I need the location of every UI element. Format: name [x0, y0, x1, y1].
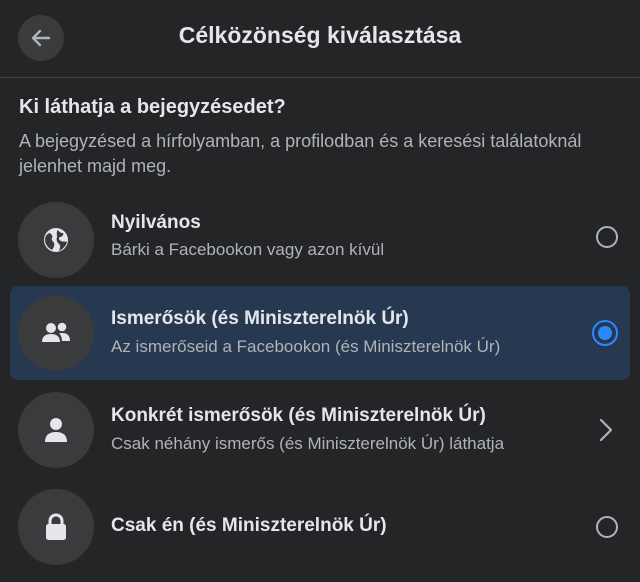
person-icon: [45, 418, 67, 442]
dialog-header: Célközönség kiválasztása: [0, 0, 640, 78]
option-icon-circle: [18, 392, 94, 468]
option-friends[interactable]: Ismerősök (és Miniszterelnök Úr) Az isme…: [10, 286, 630, 380]
chevron-right-icon[interactable]: [596, 416, 616, 444]
option-icon-circle: [18, 202, 94, 278]
radio-public[interactable]: [596, 226, 618, 248]
radio-friends[interactable]: [592, 320, 618, 346]
option-specific-friends[interactable]: Konkrét ismerősök (és Miniszterelnök Úr)…: [10, 383, 630, 477]
radio-only-me[interactable]: [596, 516, 618, 538]
option-title: Csak én (és Miniszterelnök Úr): [111, 515, 387, 536]
option-icon-circle: [18, 489, 94, 565]
option-subtitle: Az ismerőseid a Facebookon (és Miniszter…: [111, 337, 501, 356]
option-subtitle: Csak néhány ismerős (és Miniszterelnök Ú…: [111, 434, 505, 453]
globe-icon: [44, 228, 68, 252]
option-only-me[interactable]: Csak én (és Miniszterelnök Úr): [10, 480, 630, 574]
friends-icon: [42, 322, 70, 342]
option-public[interactable]: Nyilvános Bárki a Facebookon vagy azon k…: [10, 190, 630, 284]
option-subtitle: Bárki a Facebookon vagy azon kívül: [111, 240, 385, 259]
audience-description: A bejegyzésed a hírfolyamban, a profilod…: [19, 131, 582, 176]
dialog-title: Célközönség kiválasztása: [178, 22, 462, 48]
option-title: Nyilvános: [111, 212, 201, 233]
radio-selected-dot: [598, 326, 612, 340]
option-title: Ismerősök (és Miniszterelnök Úr): [111, 308, 409, 329]
option-title: Konkrét ismerősök (és Miniszterelnök Úr): [111, 405, 486, 426]
audience-question: Ki láthatja a bejegyzésedet?: [19, 96, 286, 118]
lock-icon: [46, 513, 66, 540]
option-icon-circle: [18, 295, 94, 371]
